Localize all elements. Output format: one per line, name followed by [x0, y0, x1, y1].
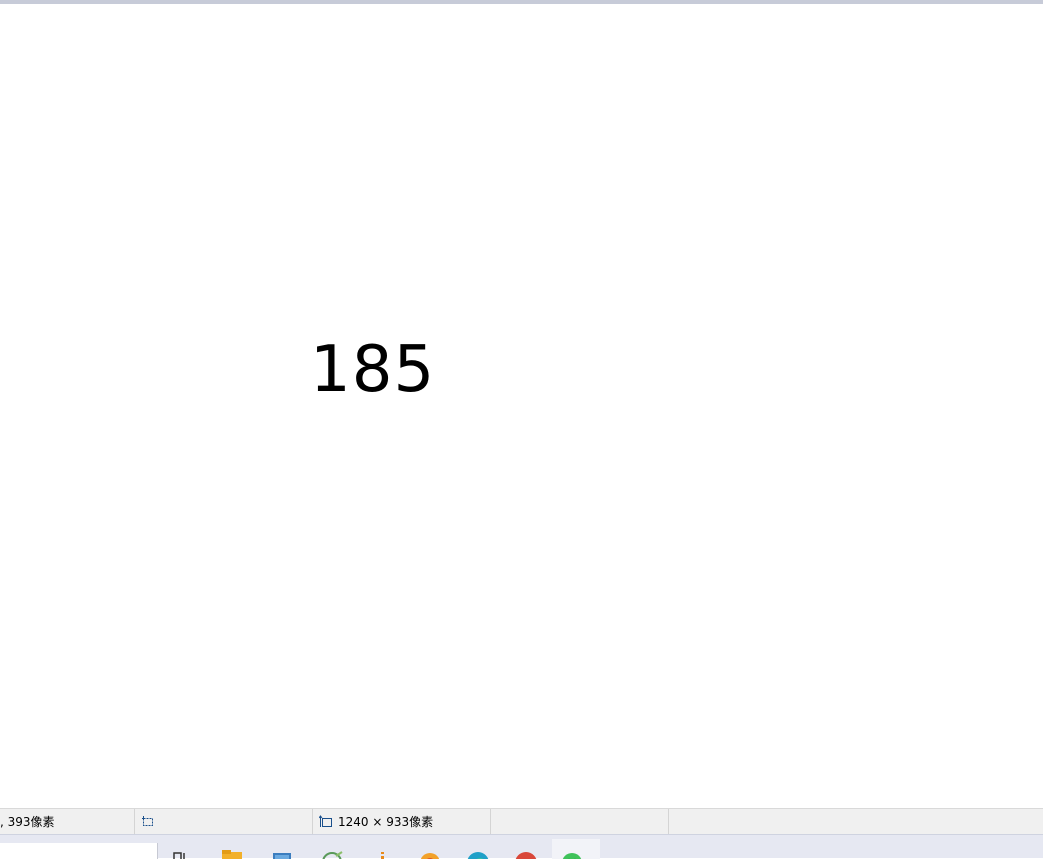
- taskbar: [0, 834, 1043, 858]
- cursor-position-text: , 393像素: [0, 813, 55, 830]
- edge-icon[interactable]: [466, 847, 490, 859]
- status-bar: , 393像素 1240 × 933像素: [0, 808, 1043, 834]
- image-size-icon: [319, 815, 333, 829]
- canvas-number-text: 185: [310, 330, 435, 410]
- chrome-icon[interactable]: [514, 847, 538, 859]
- app-blue-icon[interactable]: [270, 847, 294, 859]
- file-size-section: [491, 809, 669, 834]
- app-green-icon[interactable]: [320, 847, 344, 859]
- app-folder-icon[interactable]: [418, 847, 442, 859]
- image-canvas[interactable]: 185: [0, 4, 1043, 808]
- file-explorer-icon[interactable]: [220, 847, 244, 859]
- image-size-section: 1240 × 933像素: [313, 809, 491, 834]
- taskbar-search-box[interactable]: [0, 843, 158, 859]
- wechat-icon[interactable]: [560, 847, 584, 859]
- app-orange-icon[interactable]: [370, 847, 394, 859]
- cursor-position-section: , 393像素: [0, 809, 135, 834]
- zoom-section: [669, 809, 1043, 834]
- selection-icon: [141, 815, 155, 829]
- task-view-icon[interactable]: [170, 847, 194, 859]
- selection-size-section: [135, 809, 313, 834]
- image-size-text: 1240 × 933像素: [338, 813, 433, 830]
